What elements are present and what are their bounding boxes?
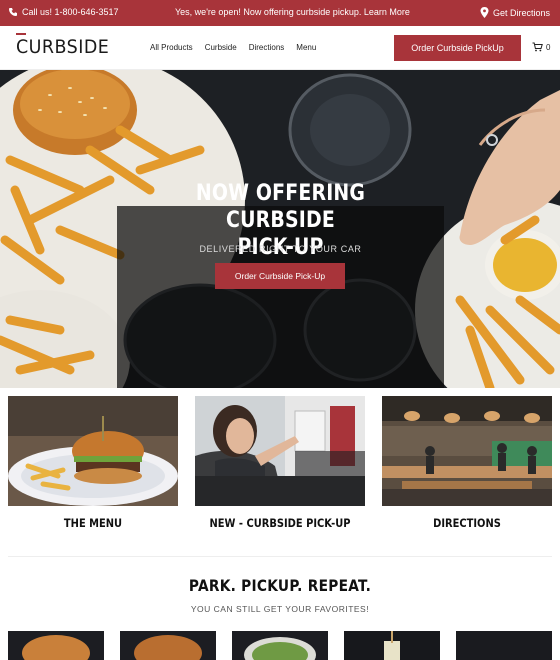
card-directions[interactable]: DIRECTIONS bbox=[382, 396, 552, 530]
card-curbside-title[interactable]: NEW - CURBSIDE PICK-UP bbox=[207, 516, 353, 530]
get-directions-link[interactable]: Get Directions bbox=[480, 7, 550, 18]
hero-title-line-1: NOW OFFERING CURBSIDE bbox=[195, 181, 366, 233]
order-curbside-button[interactable]: Order Curbside PickUp bbox=[394, 35, 521, 61]
drink-thumb-image bbox=[344, 631, 440, 660]
card-curbside-pickup[interactable]: NEW - CURBSIDE PICK-UP bbox=[195, 396, 365, 530]
nav-all-products[interactable]: All Products bbox=[150, 43, 193, 52]
map-pin-icon bbox=[480, 7, 489, 18]
burger-thumb-image bbox=[120, 631, 216, 660]
card-directions-image[interactable] bbox=[382, 396, 552, 506]
logo-accent-bar bbox=[16, 33, 26, 35]
section-title: PARK. PICKUP. REPEAT. bbox=[188, 576, 372, 595]
burger-basket-image bbox=[8, 396, 178, 506]
phone-text: Call us! 1-800-646-3517 bbox=[22, 7, 119, 17]
logo-text: CURBSIDE bbox=[16, 36, 110, 58]
nav-menu[interactable]: Menu bbox=[296, 43, 316, 52]
hero-subtitle: DELIVERED RIGHT TO YOUR CAR bbox=[199, 244, 362, 254]
curbside-car-image bbox=[195, 396, 365, 506]
burger-thumb-image bbox=[8, 631, 104, 660]
card-directions-title[interactable]: DIRECTIONS bbox=[394, 516, 540, 530]
cart-count: 0 bbox=[546, 42, 551, 52]
get-directions-text: Get Directions bbox=[492, 7, 550, 18]
main-nav: All Products Curbside Directions Menu bbox=[150, 43, 316, 52]
nav-curbside[interactable]: Curbside bbox=[205, 43, 237, 52]
card-menu-title[interactable]: THE MENU bbox=[20, 516, 166, 530]
product-thumb-1[interactable] bbox=[8, 631, 104, 660]
cart-link[interactable]: 0 bbox=[532, 42, 550, 52]
announcement-text[interactable]: Yes, we're open! Now offering curbside p… bbox=[175, 7, 410, 17]
product-thumb-image bbox=[456, 631, 552, 660]
site-header: CURBSIDE All Products Curbside Direction… bbox=[0, 26, 560, 70]
product-thumb-5[interactable] bbox=[456, 631, 552, 660]
section-subtitle: YOU CAN STILL GET YOUR FAVORITES! bbox=[190, 604, 370, 614]
product-thumb-3[interactable] bbox=[232, 631, 328, 660]
site-logo[interactable]: CURBSIDE bbox=[16, 33, 117, 58]
salad-thumb-image bbox=[232, 631, 328, 660]
cart-icon bbox=[532, 42, 543, 52]
card-menu-image[interactable] bbox=[8, 396, 178, 506]
product-thumb-4[interactable] bbox=[344, 631, 440, 660]
card-the-menu[interactable]: THE MENU bbox=[8, 396, 178, 530]
product-thumb-2[interactable] bbox=[120, 631, 216, 660]
restaurant-interior-image bbox=[382, 396, 552, 506]
section-divider bbox=[8, 556, 552, 557]
nav-directions[interactable]: Directions bbox=[249, 43, 285, 52]
hero-order-button[interactable]: Order Curbside Pick-Up bbox=[215, 263, 345, 289]
top-announcement-bar: Call us! 1-800-646-3517 Yes, we're open!… bbox=[0, 0, 560, 26]
phone-link[interactable]: Call us! 1-800-646-3517 bbox=[8, 7, 119, 17]
card-curbside-image[interactable] bbox=[195, 396, 365, 506]
phone-icon bbox=[9, 8, 17, 16]
